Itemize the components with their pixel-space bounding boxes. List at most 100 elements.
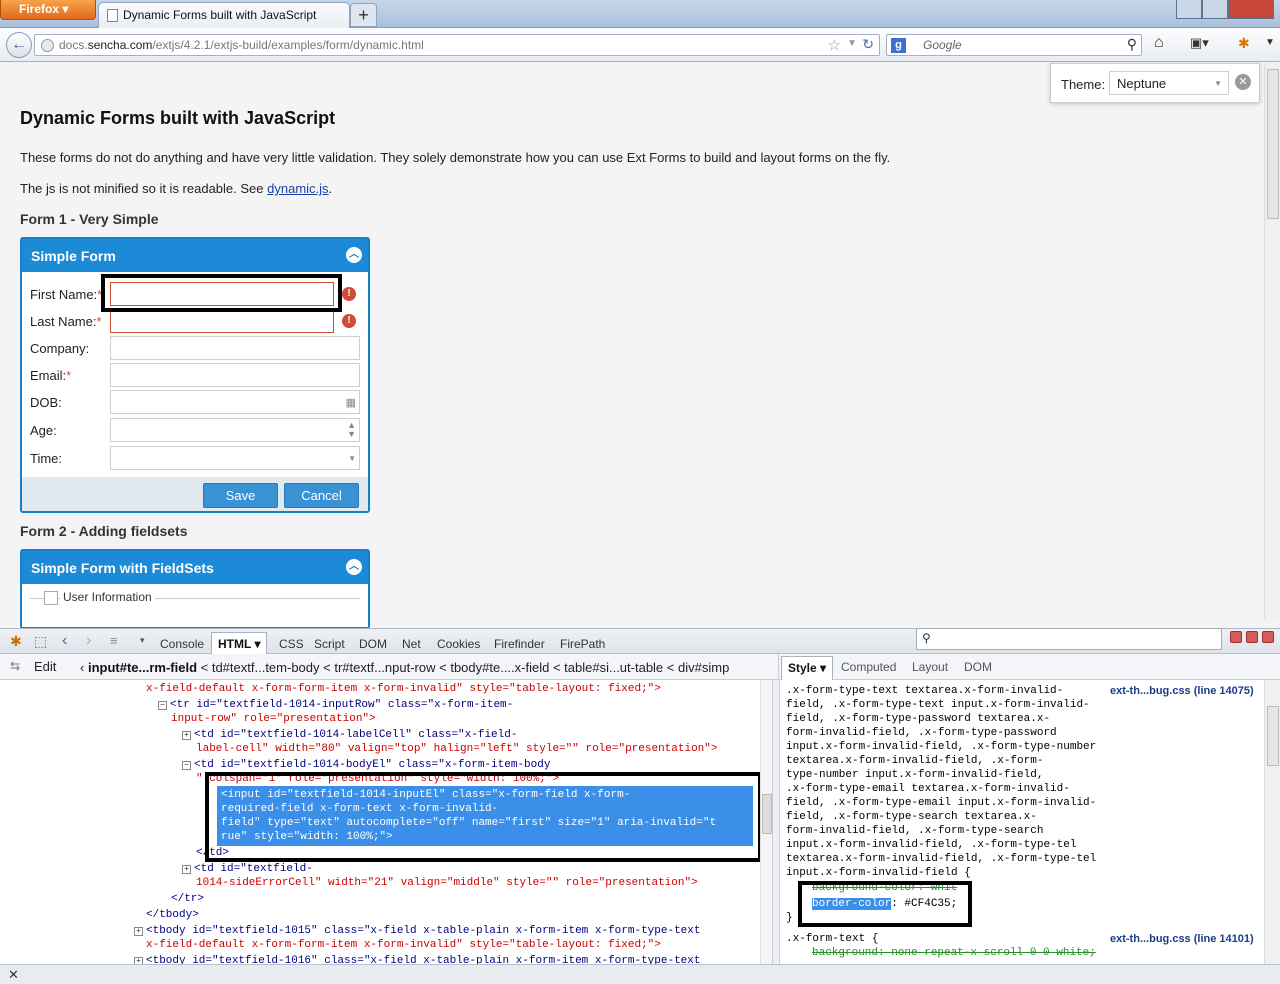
html-line[interactable]: + <tbody id="textfield-1016" class="x-fie… [134, 954, 701, 964]
style-pane-scrollbar[interactable] [1264, 680, 1280, 964]
minimize-button[interactable] [1176, 0, 1202, 19]
edit-button[interactable]: Edit [34, 659, 56, 674]
chevron-down-icon[interactable]: ▾ [140, 635, 145, 646]
html-pane-scrollbar[interactable] [760, 680, 772, 964]
collapse-icon[interactable]: ︿ [346, 247, 362, 263]
home-icon[interactable]: ⌂ [1154, 34, 1164, 52]
tab-firepath[interactable]: FirePath [560, 637, 605, 651]
scroll-thumb[interactable] [1267, 706, 1279, 766]
html-line: input-row" role="presentation"> [171, 713, 376, 725]
save-button[interactable]: Save [203, 483, 278, 508]
form1-heading: Form 1 - Very Simple [20, 211, 159, 227]
breadcrumb-path: ‹ input#te...rm-field < td#textf...tem-b… [80, 660, 730, 675]
age-input[interactable]: ▲ ▼ [110, 418, 360, 442]
back-arrow-icon[interactable]: ‹ [62, 632, 67, 650]
html-line: 1014-sideErrorCell" width="21" valign="m… [196, 877, 698, 889]
css-source-link[interactable]: ext-th...bug.css (line 14075) [1110, 684, 1254, 698]
html-line: label-cell" width="80" valign="top" hali… [196, 743, 718, 755]
dob-label: DOB: [30, 395, 62, 410]
google-icon[interactable]: g [891, 38, 906, 53]
search-bar[interactable]: g Google ⚲ [886, 34, 1142, 56]
dob-input[interactable]: ▦ [110, 390, 360, 414]
tab-layout[interactable]: Layout [912, 660, 948, 674]
page-scrollbar[interactable] [1264, 63, 1280, 619]
url-bar[interactable]: docs.sencha.com/extjs/4.2.1/extjs-build/… [34, 34, 880, 56]
forward-arrow-icon[interactable]: › [86, 632, 91, 650]
html-line[interactable]: + <td id="textfield- [182, 862, 313, 877]
close-icon[interactable]: ✕ [8, 967, 19, 983]
html-tree-pane: x-field-default x-form-form-item x-form-… [0, 680, 772, 964]
cancel-button[interactable]: Cancel [284, 483, 359, 508]
scroll-thumb[interactable] [1267, 69, 1279, 219]
new-tab-button[interactable]: + [350, 3, 377, 27]
crumb-item[interactable]: tbody#te....x-field [450, 660, 549, 675]
html-line: x-field-default x-form-form-item x-form-… [146, 939, 661, 951]
firebug-search-input[interactable]: ⚲ [916, 628, 1222, 650]
time-input[interactable]: ▼ [110, 446, 360, 470]
theme-select[interactable]: Neptune ▼ [1109, 71, 1229, 95]
email-input[interactable] [110, 363, 360, 387]
search-icon: ⚲ [922, 631, 931, 645]
html-line[interactable]: − <td id="textfield-1014-bodyEl" class="x… [182, 758, 550, 773]
css-source-link[interactable]: ext-th...bug.css (line 14101) [1110, 932, 1254, 946]
bookmarks-menu-icon[interactable]: ▣▾ [1190, 35, 1218, 53]
browser-tab[interactable]: Dynamic Forms built with JavaScript [98, 2, 350, 28]
panel-header: Simple Form with FieldSets [22, 551, 368, 584]
list-icon[interactable]: ≡ [110, 633, 118, 648]
firefox-menu-label: Firefox [19, 2, 60, 16]
inspect-icon[interactable]: ⬚ [34, 633, 47, 650]
close-panel-button[interactable] [1262, 631, 1274, 643]
scroll-thumb[interactable] [762, 794, 772, 834]
tab-firefinder[interactable]: Firefinder [494, 637, 545, 651]
close-icon[interactable]: ✕ [1235, 74, 1251, 90]
tab-html[interactable]: HTML ▾ [211, 632, 268, 654]
html-line[interactable]: + <td id="textfield-1014-labelCell" class… [182, 728, 517, 743]
detach-panel-button[interactable] [1246, 631, 1258, 643]
firebug-icon[interactable]: ✱ [10, 633, 22, 650]
crumb-item[interactable]: div#simp [678, 660, 729, 675]
search-icon[interactable]: ⚲ [1127, 36, 1137, 53]
tab-console[interactable]: Console [160, 637, 204, 651]
style-pane: .x-form-type-text textarea.x-form-invali… [779, 680, 1264, 964]
firebug-icon[interactable]: ✱ [1238, 35, 1250, 52]
collapse-icon[interactable]: ︿ [346, 559, 362, 575]
calendar-icon[interactable]: ▦ [346, 396, 356, 409]
minimize-panel-button[interactable] [1230, 631, 1242, 643]
fieldset-checkbox[interactable] [44, 591, 58, 605]
crumb-active[interactable]: input#te...rm-field [88, 660, 197, 675]
maximize-button[interactable] [1202, 0, 1228, 19]
layout-icon[interactable]: ⇆ [10, 659, 20, 673]
menu-chevron-icon[interactable]: ▼ [1265, 37, 1275, 48]
fieldset-legend: User Information [60, 590, 155, 604]
bookmark-star-icon[interactable]: ☆ [828, 36, 841, 54]
html-line: </tbody> [146, 909, 199, 921]
history-dropdown-icon[interactable]: ▼ [847, 38, 857, 49]
tab-computed[interactable]: Computed [841, 660, 896, 674]
tab-script[interactable]: Script [314, 637, 345, 651]
pane-splitter[interactable] [772, 680, 778, 964]
spinner-icon[interactable]: ▲ ▼ [347, 421, 356, 439]
tab-dom[interactable]: DOM [359, 637, 387, 651]
css-property-overridden[interactable]: background: none repeat-x scroll 0 0 whi… [812, 946, 1096, 960]
window-controls [1176, 0, 1280, 20]
dynamic-js-link[interactable]: dynamic.js [267, 181, 328, 196]
last-name-input[interactable] [110, 309, 334, 333]
company-input[interactable] [110, 336, 360, 360]
close-window-button[interactable] [1228, 0, 1274, 19]
html-line[interactable]: + <tbody id="textfield-1015" class="x-fie… [134, 924, 701, 939]
tab-style[interactable]: Style ▾ [781, 656, 834, 680]
firefox-menu-button[interactable]: Firefox ▾ [0, 0, 96, 20]
crumb-item[interactable]: tr#textf...nput-row [334, 660, 435, 675]
tab-css[interactable]: CSS [279, 637, 304, 651]
tab-cookies[interactable]: Cookies [437, 637, 480, 651]
last-name-label: Last Name:* [30, 314, 102, 329]
globe-icon [41, 39, 54, 52]
tab-net[interactable]: Net [402, 637, 421, 651]
html-line[interactable]: − <tr id="textfield-1014-inputRow" class=… [158, 698, 513, 713]
crumb-item[interactable]: table#si...ut-table [564, 660, 663, 675]
back-button[interactable]: ← [6, 32, 32, 58]
chevron-down-icon[interactable]: ▼ [348, 454, 356, 463]
reload-icon[interactable]: ↻ [862, 36, 874, 53]
crumb-item[interactable]: td#textf...tem-body [212, 660, 320, 675]
tab-dom[interactable]: DOM [964, 660, 992, 674]
